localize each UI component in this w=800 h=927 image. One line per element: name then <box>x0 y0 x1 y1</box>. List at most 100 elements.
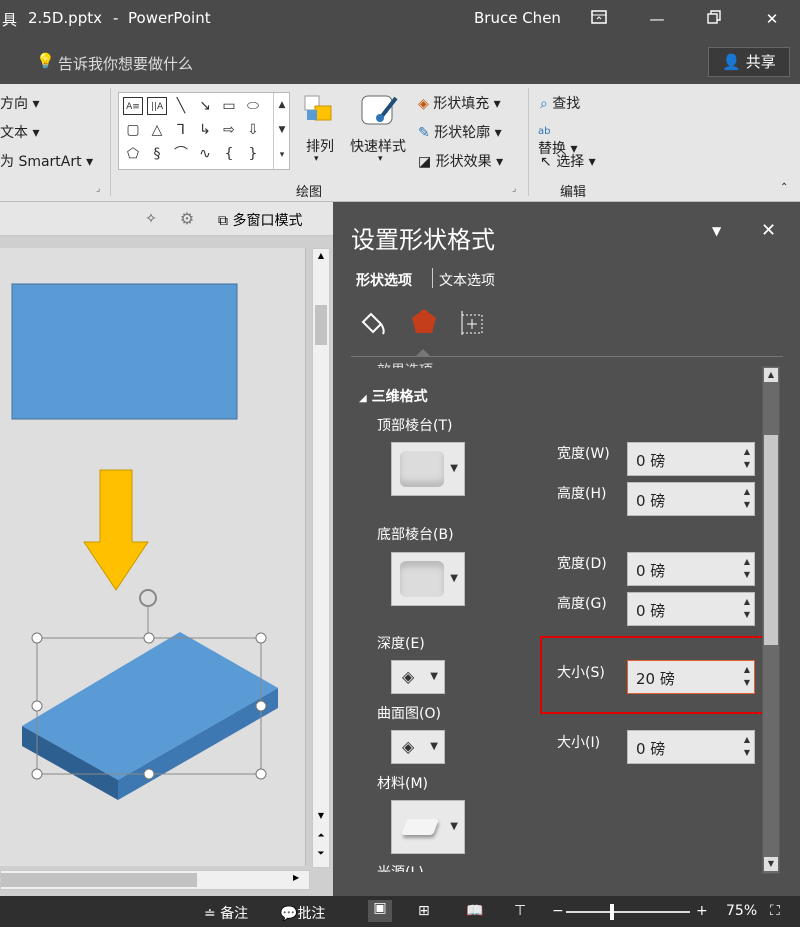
resize-handle[interactable] <box>31 700 43 712</box>
resize-handle[interactable] <box>143 768 155 780</box>
slide-vertical-scrollbar[interactable]: ▲ ▼ ⏶ ⏷ <box>312 248 330 868</box>
previous-slide-icon[interactable]: ⏶ <box>315 831 327 841</box>
shapes-gallery[interactable]: A≡ ||A ╲ ↘ ▭ ⬭ ▢ △ ⅂ ↳ ⇨ ⇩ ⬠ § ⌒ ∿ { } ▲… <box>118 92 290 170</box>
snip-rectangle-shape-icon[interactable]: ⬠ <box>123 145 143 163</box>
settings-icon[interactable]: ⚙ <box>176 208 198 230</box>
normal-view-icon[interactable]: ▣ <box>368 900 392 922</box>
quick-styles-dropdown-icon[interactable]: ▾ <box>378 154 383 164</box>
scroll-down-icon[interactable]: ▼ <box>315 811 327 820</box>
shape-fill-button[interactable]: ◈ 形状填充 ▾ <box>418 93 501 113</box>
depth-color-picker[interactable]: ◈ ▼ <box>391 660 445 694</box>
slide-horizontal-scrollbar[interactable]: ▶ <box>0 870 310 890</box>
effects-pentagon-icon[interactable] <box>409 306 439 338</box>
restore-icon[interactable] <box>700 6 728 32</box>
dialog-launcher-icon[interactable]: ⌟ <box>512 184 516 194</box>
ribbon-display-icon[interactable] <box>585 6 613 32</box>
ribbon-tab-fragment[interactable]: 具 <box>2 9 17 30</box>
previous-section-header[interactable]: 效果选项 <box>377 360 433 368</box>
triangle-shape-icon[interactable]: △ <box>147 121 167 139</box>
quick-styles-label[interactable]: 快速样式 <box>350 136 406 156</box>
top-width-input[interactable]: 0 磅 ▲ ▼ <box>627 442 755 476</box>
designer-icon[interactable]: ✧ <box>140 208 162 230</box>
down-arrow-shape[interactable] <box>83 469 149 591</box>
scroll-right-icon[interactable]: ▶ <box>293 873 299 882</box>
left-brace-shape-icon[interactable]: { <box>219 145 239 163</box>
pane-close-icon[interactable]: ✕ <box>761 220 776 241</box>
arrange-dropdown-icon[interactable]: ▾ <box>314 154 319 164</box>
arrow-line-shape-icon[interactable]: ↘ <box>195 97 215 115</box>
resize-handle[interactable] <box>255 700 267 712</box>
minimize-icon[interactable]: — <box>643 6 671 32</box>
material-picker[interactable]: ▼ <box>391 800 465 854</box>
resize-handle[interactable] <box>255 632 267 644</box>
rounded-rectangle-shape-icon[interactable]: ▢ <box>123 121 143 139</box>
size-properties-icon[interactable] <box>457 308 487 338</box>
curve-shape-icon[interactable]: ∿ <box>195 145 215 163</box>
dialog-launcher-icon[interactable]: ⌟ <box>96 184 100 194</box>
contour-size-input[interactable]: 0 磅 ▲ ▼ <box>627 730 755 764</box>
find-button[interactable]: ⌕ 查找 <box>540 93 580 113</box>
select-button[interactable]: ↖ 选择 ▾ <box>540 151 596 171</box>
textbox-shape-icon[interactable]: A≡ <box>123 97 143 115</box>
share-button[interactable]: 👤 共享 <box>708 47 790 77</box>
user-name[interactable]: Bruce Chen <box>474 9 561 27</box>
flat-rectangle[interactable] <box>11 283 238 420</box>
collapse-ribbon-icon[interactable]: ⌃ <box>780 182 788 193</box>
zoom-slider[interactable] <box>566 911 690 913</box>
gallery-scroll[interactable]: ▲ ▼ ▾ <box>273 93 290 169</box>
arrange-label[interactable]: 排列 <box>306 136 334 156</box>
fill-line-icon[interactable] <box>357 308 387 338</box>
resize-handle[interactable] <box>31 632 43 644</box>
elbow-arrow-shape-icon[interactable]: ↳ <box>195 121 215 139</box>
pane-scrollbar[interactable]: ▲ ▼ <box>762 366 780 874</box>
resize-handle[interactable] <box>143 632 155 644</box>
multiwindow-button[interactable]: ⧉ 多窗口模式 <box>218 210 302 230</box>
scroll-up-icon[interactable]: ▲ <box>764 368 778 382</box>
scroll-thumb[interactable] <box>315 305 327 345</box>
zoom-out-button[interactable]: − <box>552 903 564 919</box>
contour-color-picker[interactable]: ◈ ▼ <box>391 730 445 764</box>
resize-handle[interactable] <box>31 768 43 780</box>
align-text-button[interactable]: 文本 ▾ <box>0 122 39 142</box>
next-slide-icon[interactable]: ⏷ <box>315 849 327 859</box>
top-bevel-picker[interactable]: ▼ <box>391 442 465 496</box>
arc-shape-icon[interactable]: ⌒ <box>171 145 191 163</box>
slideshow-icon[interactable]: ⊤ <box>514 903 526 919</box>
top-height-input[interactable]: 0 磅 ▲ ▼ <box>627 482 755 516</box>
line-shape-icon[interactable]: ╲ <box>171 97 191 115</box>
vertical-textbox-shape-icon[interactable]: ||A <box>147 97 167 115</box>
convert-smartart-button[interactable]: 为 SmartArt ▾ <box>0 151 93 171</box>
resize-handle[interactable] <box>255 768 267 780</box>
slide-sorter-icon[interactable]: ⊞ <box>418 903 430 919</box>
rotate-handle-icon[interactable] <box>139 589 157 607</box>
notes-button[interactable]: ≐ 备注 <box>204 903 248 923</box>
shape-effects-button[interactable]: ◪ 形状效果 ▾ <box>418 151 503 171</box>
zoom-in-button[interactable]: + <box>696 903 708 919</box>
rectangle-shape-icon[interactable]: ▭ <box>219 97 239 115</box>
right-brace-shape-icon[interactable]: } <box>243 145 263 163</box>
pane-scroll-thumb[interactable] <box>764 435 778 645</box>
zoom-level[interactable]: 75% <box>726 903 757 919</box>
reading-view-icon[interactable]: 📖 <box>466 903 483 919</box>
oval-shape-icon[interactable]: ⬭ <box>243 97 263 115</box>
bottom-width-input[interactable]: 0 磅 ▲ ▼ <box>627 552 755 586</box>
scroll-down-icon[interactable]: ▼ <box>764 857 778 871</box>
freeform-shape-icon[interactable]: § <box>147 145 167 163</box>
shape-outline-button[interactable]: ✎ 形状轮廓 ▾ <box>418 122 502 142</box>
fit-slide-icon[interactable]: ⛶ <box>770 903 780 919</box>
text-direction-button[interactable]: 方向 ▾ <box>0 93 39 113</box>
hscroll-thumb[interactable] <box>1 873 197 887</box>
3d-format-section[interactable]: ◢ 三维格式 <box>359 386 428 406</box>
down-arrow-shape-icon[interactable]: ⇩ <box>243 121 263 139</box>
slide-canvas[interactable] <box>0 248 306 866</box>
arrange-icon[interactable] <box>303 94 335 126</box>
bottom-bevel-picker[interactable]: ▼ <box>391 552 465 606</box>
scroll-up-icon[interactable]: ▲ <box>315 251 327 260</box>
quick-styles-icon[interactable] <box>360 92 400 128</box>
zoom-slider-thumb[interactable] <box>610 904 614 920</box>
comments-button[interactable]: 💬批注 <box>280 903 325 923</box>
bottom-height-input[interactable]: 0 磅 ▲ ▼ <box>627 592 755 626</box>
close-icon[interactable]: ✕ <box>758 6 786 32</box>
pane-options-icon[interactable]: ▼ <box>712 224 721 238</box>
right-arrow-shape-icon[interactable]: ⇨ <box>219 121 239 139</box>
